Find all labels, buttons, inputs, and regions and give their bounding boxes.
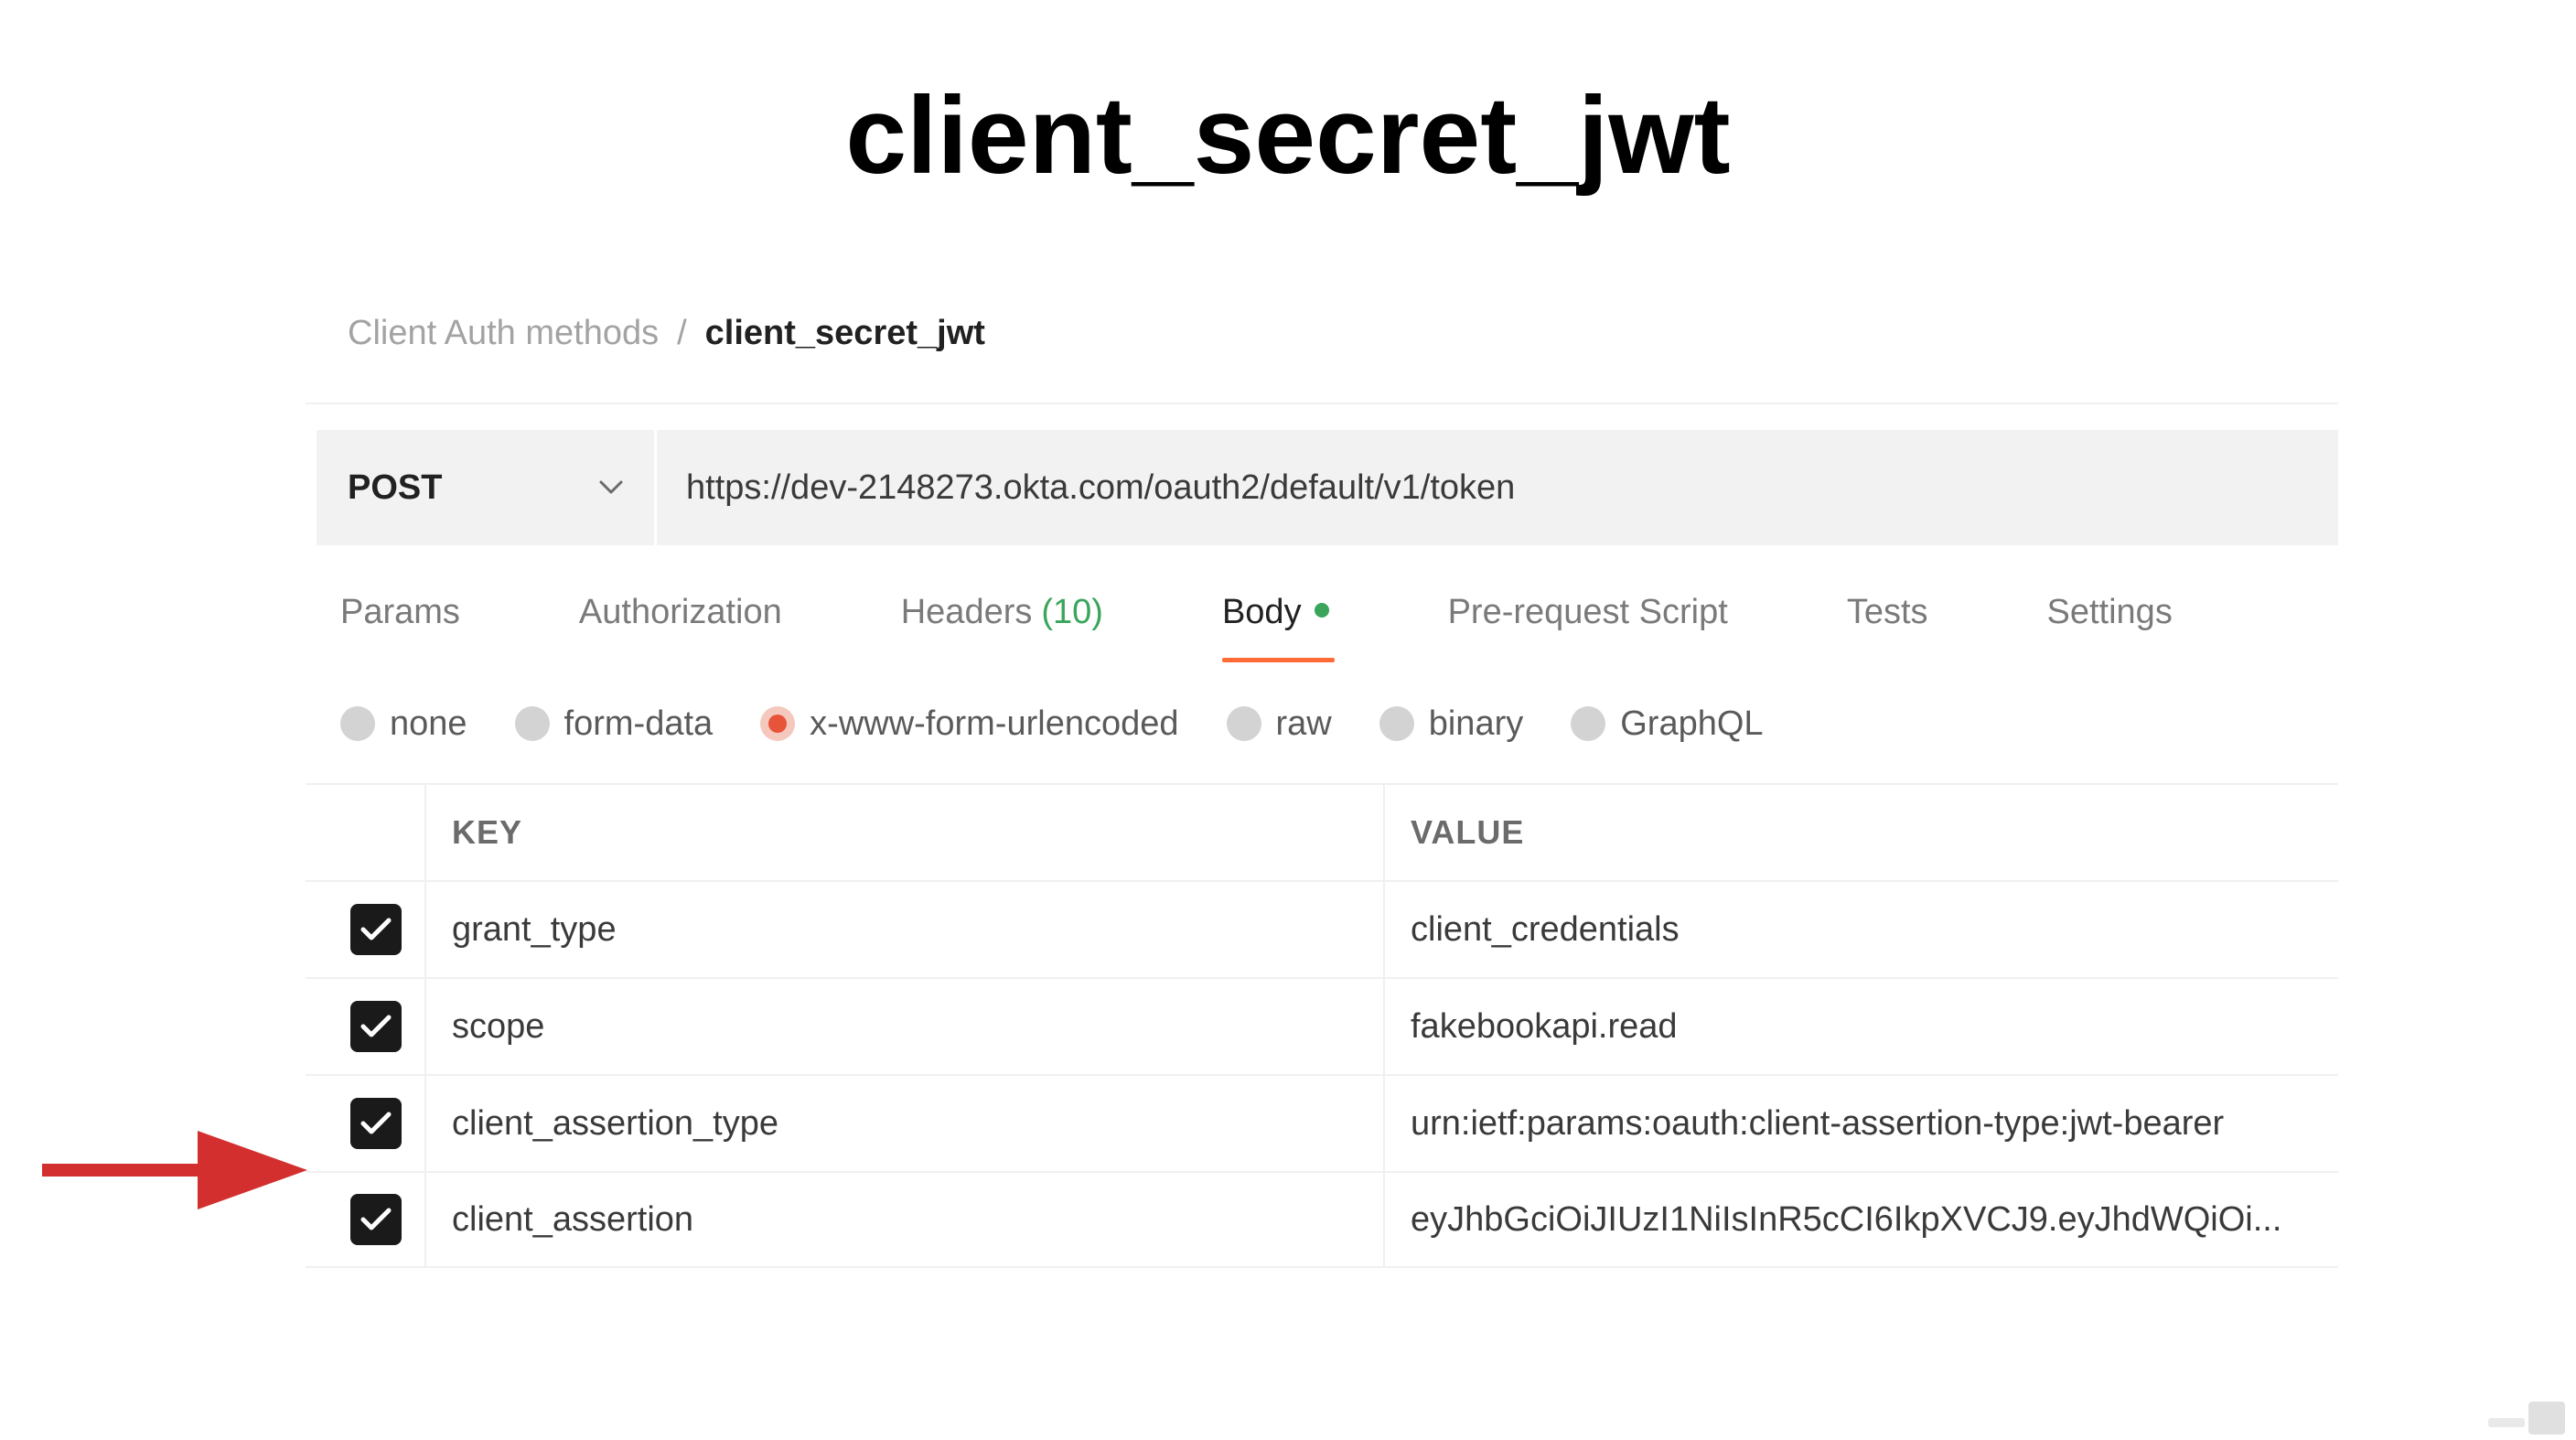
checkmark-icon xyxy=(360,1208,392,1230)
body-type-label: binary xyxy=(1428,704,1524,743)
tab-label: Pre-request Script xyxy=(1447,593,1728,631)
tab-label: Authorization xyxy=(578,593,782,631)
row-key[interactable]: scope xyxy=(426,979,1385,1074)
table-row: scope fakebookapi.read xyxy=(306,977,2338,1074)
radio-button[interactable] xyxy=(514,706,550,741)
method-select[interactable]: POST xyxy=(317,430,657,545)
request-tabs: Params Authorization Headers (10) Body Pr… xyxy=(317,589,2268,662)
row-check-cell xyxy=(306,979,426,1074)
table-header-row: KEY VALUE xyxy=(306,783,2338,880)
checkmark-icon xyxy=(360,1112,392,1134)
row-value[interactable]: client_credentials xyxy=(1385,882,2338,977)
body-indicator-dot xyxy=(1314,602,1329,618)
radio-button[interactable] xyxy=(340,706,375,741)
tab-params[interactable]: Params xyxy=(317,589,484,662)
checkmark-icon xyxy=(360,918,392,940)
row-key[interactable]: client_assertion xyxy=(426,1173,1385,1266)
radio-button[interactable] xyxy=(1379,706,1414,741)
table-row: client_assertion_type urn:ietf:params:oa… xyxy=(306,1074,2338,1171)
watermark-logo xyxy=(2488,1402,2565,1435)
radio-button[interactable] xyxy=(1571,706,1606,741)
breadcrumb-current: client_secret_jwt xyxy=(704,313,985,352)
headers-count: (10) xyxy=(1041,593,1103,631)
tab-body[interactable]: Body xyxy=(1198,589,1353,662)
body-type-graphql[interactable]: GraphQL xyxy=(1571,704,1764,744)
row-checkbox[interactable] xyxy=(350,904,402,955)
body-type-label: raw xyxy=(1275,704,1332,743)
row-value[interactable]: fakebookapi.read xyxy=(1385,979,2338,1074)
body-type-urlencoded[interactable]: x-www-form-urlencoded xyxy=(760,704,1179,744)
tab-authorization[interactable]: Authorization xyxy=(555,589,806,662)
row-value[interactable]: urn:ietf:params:oauth:client-assertion-t… xyxy=(1385,1076,2338,1171)
row-checkbox[interactable] xyxy=(350,1194,402,1245)
body-type-form-data[interactable]: form-data xyxy=(514,704,714,744)
row-value[interactable]: eyJhbGciOiJIUzI1NiIsInR5cCI6IkpXVCJ9.eyJ… xyxy=(1385,1173,2338,1266)
body-type-selector: none form-data x-www-form-urlencoded raw… xyxy=(340,699,1811,748)
tab-label: Params xyxy=(340,593,460,631)
arrow-right-icon xyxy=(42,1131,307,1209)
chevron-down-icon xyxy=(597,474,625,501)
column-header-key: KEY xyxy=(426,785,1385,880)
row-key[interactable]: grant_type xyxy=(426,882,1385,977)
header-check-cell xyxy=(306,785,426,880)
tab-label: Headers xyxy=(900,593,1033,631)
table-row: grant_type client_credentials xyxy=(306,880,2338,977)
breadcrumb-separator: / xyxy=(677,313,687,352)
row-checkbox[interactable] xyxy=(350,1001,402,1052)
breadcrumb-parent[interactable]: Client Auth methods xyxy=(348,314,659,353)
body-type-label: GraphQL xyxy=(1620,704,1764,743)
tab-label: Body xyxy=(1221,593,1302,631)
row-check-cell xyxy=(306,1173,426,1266)
checkmark-icon xyxy=(360,1015,392,1037)
row-checkbox[interactable] xyxy=(350,1098,402,1149)
tab-tests[interactable]: Tests xyxy=(1823,589,1952,662)
tab-settings[interactable]: Settings xyxy=(2023,589,2196,662)
url-input[interactable]: https://dev-2148273.okta.com/oauth2/defa… xyxy=(657,430,2338,545)
row-check-cell xyxy=(306,1076,426,1171)
tab-label: Tests xyxy=(1846,593,1928,631)
row-key[interactable]: client_assertion_type xyxy=(426,1076,1385,1171)
body-type-raw[interactable]: raw xyxy=(1226,704,1332,744)
method-label: POST xyxy=(348,467,443,507)
tab-pre-request-script[interactable]: Pre-request Script xyxy=(1424,589,1752,662)
breadcrumb: Client Auth methods / client_secret_jwt xyxy=(348,307,985,359)
row-check-cell xyxy=(306,882,426,977)
radio-button[interactable] xyxy=(1226,706,1261,741)
body-type-label: form-data xyxy=(564,704,714,743)
divider xyxy=(306,403,2338,404)
body-type-binary[interactable]: binary xyxy=(1379,704,1524,744)
table-row: client_assertion eyJhbGciOiJIUzI1NiIsInR… xyxy=(306,1171,2338,1268)
tab-label: Settings xyxy=(2046,593,2173,631)
body-type-none[interactable]: none xyxy=(340,704,467,744)
tab-headers[interactable]: Headers (10) xyxy=(877,589,1127,662)
slide-title: client_secret_jwt xyxy=(845,74,1731,197)
key-value-table: KEY VALUE grant_type client_credentials … xyxy=(306,783,2338,1268)
body-type-label: none xyxy=(390,704,467,743)
column-header-value: VALUE xyxy=(1411,813,1525,851)
request-bar: POST https://dev-2148273.okta.com/oauth2… xyxy=(317,430,2338,545)
radio-button-selected[interactable] xyxy=(760,706,796,741)
body-type-label: x-www-form-urlencoded xyxy=(810,704,1179,743)
